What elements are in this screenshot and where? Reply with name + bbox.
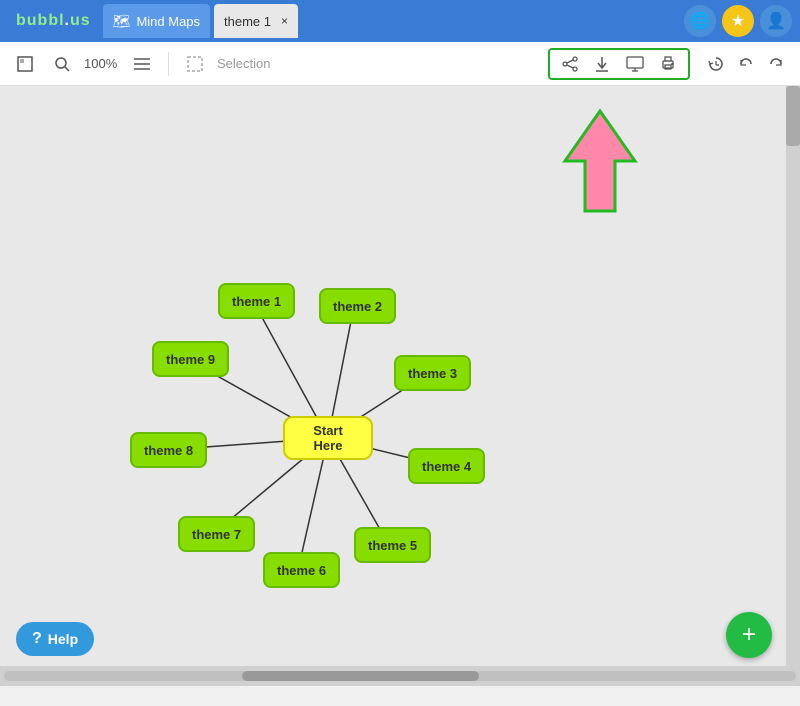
tab-theme1[interactable]: theme 1 ×	[214, 4, 298, 38]
download-icon	[594, 56, 610, 72]
print-button[interactable]	[654, 53, 682, 75]
toolbar: 100% Selection	[0, 42, 800, 86]
selection-label: Selection	[217, 56, 270, 71]
redo-icon	[768, 56, 784, 72]
bottom-scroll-track[interactable]	[4, 671, 796, 681]
node-theme8[interactable]: theme 8	[130, 432, 207, 468]
theme5-label: theme 5	[368, 538, 417, 553]
scrollbar-right[interactable]	[786, 86, 800, 686]
help-label: Help	[48, 631, 78, 647]
share-button[interactable]	[556, 53, 584, 75]
toolbar-right-group	[548, 48, 690, 80]
tab-mindmaps[interactable]: 🗺 Mind Maps	[103, 4, 210, 38]
theme9-label: theme 9	[166, 352, 215, 367]
user-button[interactable]: 👤	[760, 5, 792, 37]
node-theme4[interactable]: theme 4	[408, 448, 485, 484]
node-theme6[interactable]: theme 6	[263, 552, 340, 588]
node-theme3[interactable]: theme 3	[394, 355, 471, 391]
toolbar-history	[702, 53, 790, 75]
frame-button[interactable]	[10, 51, 40, 77]
share-icon	[562, 56, 578, 72]
theme7-label: theme 7	[192, 527, 241, 542]
theme4-label: theme 4	[422, 459, 471, 474]
theme6-label: theme 6	[277, 563, 326, 578]
logo[interactable]: bubbl.us	[8, 8, 99, 34]
scrollbar-thumb[interactable]	[786, 86, 800, 146]
node-theme1[interactable]: theme 1	[218, 283, 295, 319]
print-icon	[660, 56, 676, 72]
node-theme5[interactable]: theme 5	[354, 527, 431, 563]
separator-1	[168, 52, 169, 76]
selection-icon	[187, 56, 203, 72]
add-icon: +	[742, 621, 756, 649]
frame-icon	[16, 55, 34, 73]
menu-icon	[134, 57, 150, 71]
monitor-icon	[626, 56, 644, 72]
bottom-scrollbar[interactable]	[0, 666, 800, 686]
mindmaps-icon: 🗺	[113, 13, 131, 30]
bottom-scroll-thumb[interactable]	[242, 671, 480, 681]
zoom-icon	[54, 56, 70, 72]
undo-icon	[738, 56, 754, 72]
theme8-label: theme 8	[144, 443, 193, 458]
star-button[interactable]: ★	[722, 5, 754, 37]
zoom-value: 100%	[84, 56, 120, 71]
help-icon: ?	[32, 630, 42, 648]
topbar-icons: 🌐 ★ 👤	[684, 5, 792, 37]
pink-arrow	[560, 106, 640, 216]
node-theme9[interactable]: theme 9	[152, 341, 229, 377]
download-button[interactable]	[588, 53, 616, 75]
monitor-button[interactable]	[620, 53, 650, 75]
selection-button[interactable]	[181, 52, 209, 76]
canvas-area[interactable]: Start Here theme 1 theme 2 theme 3 theme…	[0, 86, 800, 686]
history-button[interactable]	[702, 53, 730, 75]
help-button[interactable]: ? Help	[16, 622, 94, 656]
mindmaps-tab-label: Mind Maps	[136, 14, 200, 29]
add-button[interactable]: +	[726, 612, 772, 658]
theme2-label: theme 2	[333, 299, 382, 314]
undo-button[interactable]	[732, 53, 760, 75]
center-node-label: Start Here	[297, 423, 359, 453]
node-theme7[interactable]: theme 7	[178, 516, 255, 552]
topbar: bubbl.us 🗺 Mind Maps theme 1 × 🌐 ★ 👤	[0, 0, 800, 42]
theme1-label: theme 1	[232, 294, 281, 309]
center-node[interactable]: Start Here	[283, 416, 373, 460]
close-tab-button[interactable]: ×	[281, 14, 288, 28]
active-tab-label: theme 1	[224, 14, 271, 29]
node-theme2[interactable]: theme 2	[319, 288, 396, 324]
redo-button[interactable]	[762, 53, 790, 75]
zoom-button[interactable]	[48, 52, 76, 76]
history-icon	[708, 56, 724, 72]
menu-button[interactable]	[128, 53, 156, 75]
globe-button[interactable]: 🌐	[684, 5, 716, 37]
theme3-label: theme 3	[408, 366, 457, 381]
